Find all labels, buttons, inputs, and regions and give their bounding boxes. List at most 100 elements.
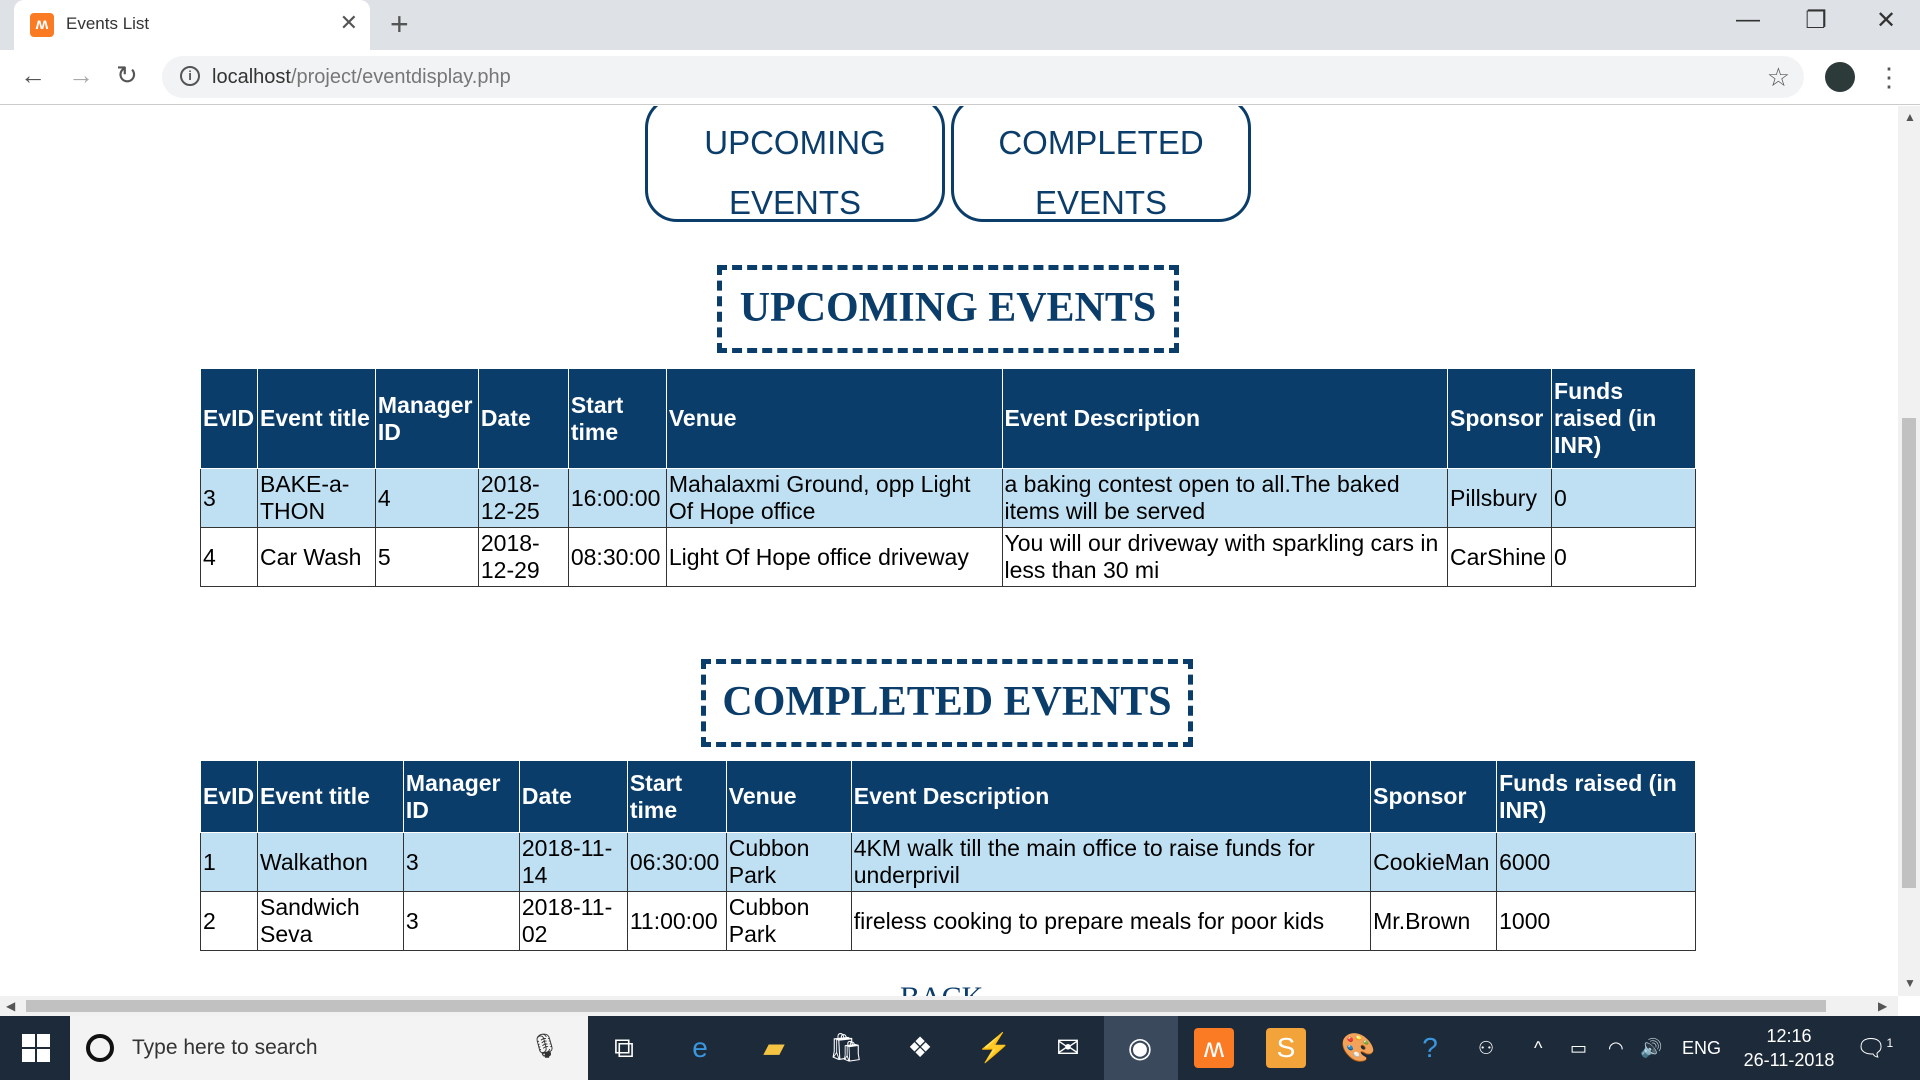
menu-dots-icon[interactable]: ⋮ — [1876, 62, 1902, 93]
page-content: UPCOMING EVENTS COMPLETED EVENTS UPCOMIN… — [0, 106, 1898, 996]
visual-studio-icon[interactable]: ⚡ — [974, 1028, 1014, 1068]
table-cell: You will our driveway with sparkling car… — [1001, 527, 1449, 587]
help-icon[interactable]: ? — [1410, 1028, 1450, 1068]
column-header: Sponsor — [1370, 760, 1498, 833]
tab-close-icon[interactable]: ✕ — [340, 10, 358, 36]
vertical-scrollbar[interactable]: ▲ ▼ — [1898, 106, 1920, 996]
table-row: 4 Car Wash 5 2018-12-29 08:30:00 Light Of Hop… — [200, 527, 1696, 587]
edge-icon[interactable]: e — [680, 1028, 720, 1068]
paint-icon[interactable]: 🎨 — [1338, 1028, 1378, 1068]
clock-date: 26-11-2018 — [1743, 1050, 1835, 1070]
column-header: EvID — [200, 760, 258, 833]
dropbox-icon[interactable]: ❖ — [900, 1028, 940, 1068]
table-cell: 4KM walk till the main office to raise f… — [850, 832, 1372, 892]
column-header: Event title — [256, 368, 376, 469]
scroll-down-icon[interactable]: ▼ — [1904, 976, 1916, 990]
upcoming-events-button[interactable]: UPCOMING EVENTS — [645, 106, 945, 222]
table-cell: 3 — [402, 832, 520, 892]
table-cell: CarShine — [1447, 527, 1553, 587]
volume-icon[interactable]: 🔊 — [1640, 1038, 1662, 1059]
horizontal-scrollbar[interactable]: ◀ ▶ — [0, 996, 1898, 1016]
back-link[interactable]: BACK — [900, 981, 983, 996]
microphone-icon[interactable]: 🎙 — [530, 1032, 560, 1061]
clock[interactable]: 12:16 26-11-2018 — [1734, 1024, 1844, 1072]
xampp-icon[interactable]: ʍ — [1194, 1028, 1234, 1068]
wifi-icon[interactable]: ◠ — [1608, 1038, 1624, 1059]
close-window-button[interactable]: ✕ — [1856, 6, 1916, 35]
table-row: 1 Walkathon 3 2018-11-14 06:30:00 Cubbon Park… — [200, 832, 1696, 892]
store-icon[interactable]: 🛍 — [826, 1028, 866, 1068]
completed-line2: EVENTS — [1034, 184, 1168, 221]
taskbar-search[interactable]: Type here to search 🎙 — [70, 1016, 588, 1080]
table-cell: 2 — [200, 891, 258, 951]
info-icon[interactable]: i — [180, 66, 200, 86]
bookmark-star-icon[interactable]: ☆ — [1767, 62, 1790, 93]
table-cell: Mr.Brown — [1370, 891, 1498, 951]
table-row: 2 Sandwich Seva 3 2018-11-02 11:00:00 Cubbon … — [200, 891, 1696, 951]
table-header-row: EvID Event title Manager ID Date Start time V… — [200, 760, 1696, 833]
profile-avatar[interactable] — [1825, 62, 1855, 92]
vertical-scroll-thumb[interactable] — [1902, 418, 1916, 888]
column-header: Funds raised (in INR) — [1496, 760, 1696, 833]
completed-line1: COMPLETED — [998, 124, 1204, 161]
table-cell: Walkathon — [256, 832, 404, 892]
table-cell: 2018-11-02 — [518, 891, 628, 951]
upcoming-line1: UPCOMING — [704, 124, 886, 161]
reload-icon[interactable]: ↻ — [116, 60, 138, 91]
notification-icon[interactable]: 🗨1 — [1856, 1034, 1893, 1063]
scroll-up-icon[interactable]: ▲ — [1904, 110, 1916, 124]
tray-chevron-icon[interactable]: ^ — [1534, 1038, 1542, 1059]
battery-icon[interactable]: ▭ — [1570, 1038, 1587, 1059]
cortana-icon — [86, 1034, 114, 1062]
new-tab-button[interactable]: + — [390, 6, 409, 43]
column-header: Manager ID — [402, 760, 520, 833]
windows-start-icon[interactable] — [22, 1034, 50, 1062]
column-header: Venue — [725, 760, 852, 833]
upcoming-line2: EVENTS — [728, 184, 862, 221]
table-cell: fireless cooking to prepare meals for po… — [850, 891, 1372, 951]
completed-events-table: EvID Event title Manager ID Date Start time V… — [200, 760, 1696, 951]
table-cell: 1000 — [1496, 891, 1696, 951]
table-cell: 2018-12-25 — [477, 468, 569, 528]
horizontal-scroll-thumb[interactable] — [26, 1000, 1826, 1012]
scroll-left-icon[interactable]: ◀ — [6, 999, 15, 1013]
xampp-favicon-icon: ʍ — [30, 13, 54, 37]
table-cell: 16:00:00 — [567, 468, 667, 528]
column-header: EvID — [200, 368, 258, 469]
mail-icon[interactable]: ✉ — [1048, 1028, 1088, 1068]
browser-tab[interactable]: ʍ Events List ✕ — [14, 0, 370, 50]
table-cell: Car Wash — [256, 527, 376, 587]
table-cell: 1 — [200, 832, 258, 892]
column-header: Start time — [626, 760, 727, 833]
column-header: Date — [518, 760, 628, 833]
search-placeholder: Type here to search — [132, 1036, 318, 1059]
table-cell: a baking contest open to all.The baked i… — [1001, 468, 1449, 528]
windows-taskbar: Type here to search 🎙 ⧉ e ▰ 🛍 ❖ ⚡ ✉ ◉ ʍ … — [0, 1016, 1920, 1080]
chrome-icon[interactable]: ◉ — [1120, 1028, 1160, 1068]
scroll-right-icon[interactable]: ▶ — [1878, 999, 1887, 1013]
table-cell: 2018-12-29 — [477, 527, 569, 587]
tab-title: Events List — [66, 14, 150, 33]
restore-button[interactable]: ❐ — [1786, 6, 1846, 35]
language-indicator[interactable]: ENG — [1682, 1038, 1721, 1059]
upcoming-heading: UPCOMING EVENTS — [717, 265, 1179, 353]
column-header: Event Description — [1001, 368, 1449, 469]
column-header: Start time — [567, 368, 667, 469]
table-cell: 5 — [374, 527, 479, 587]
table-cell: BAKE-a-THON — [256, 468, 376, 528]
forward-arrow-icon[interactable]: → — [68, 60, 94, 91]
table-cell: 0 — [1551, 468, 1696, 528]
file-explorer-icon[interactable]: ▰ — [754, 1028, 794, 1068]
people-icon[interactable]: ⚇ — [1478, 1038, 1494, 1059]
table-cell: Cubbon Park — [725, 891, 852, 951]
address-bar[interactable]: i localhost/project/eventdisplay.php ☆ — [162, 56, 1804, 98]
sublime-text-icon[interactable]: S — [1266, 1028, 1306, 1068]
table-cell: 4 — [374, 468, 479, 528]
task-view-icon[interactable]: ⧉ — [604, 1028, 644, 1068]
table-header-row: EvID Event title Manager ID Date Start time V… — [200, 368, 1696, 469]
minimize-button[interactable]: — — [1718, 6, 1778, 34]
clock-time: 12:16 — [1766, 1026, 1812, 1046]
completed-events-button[interactable]: COMPLETED EVENTS — [951, 106, 1251, 222]
back-arrow-icon[interactable]: ← — [20, 60, 46, 91]
url-text[interactable]: localhost/project/eventdisplay.php — [212, 66, 511, 89]
